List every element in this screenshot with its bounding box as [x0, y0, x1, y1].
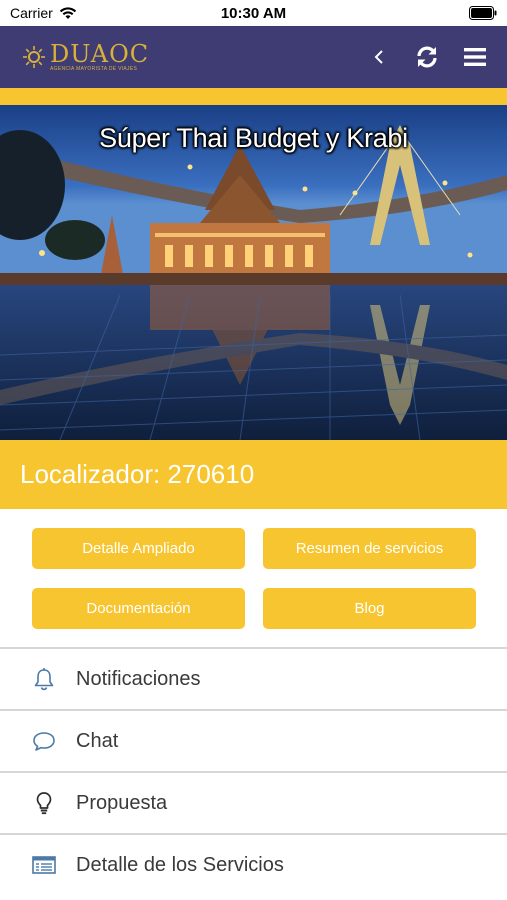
menu-item-label: Propuesta	[76, 791, 168, 814]
blog-button[interactable]: Blog	[263, 588, 476, 629]
trip-title: Súper Thai Budget y Krabi	[99, 123, 408, 153]
menu-list: Notificaciones Chat Propuesta Detalle de…	[0, 647, 507, 895]
locator-label: Localizador: 270610	[20, 459, 255, 489]
hero-banner: Súper Thai Budget y Krabi	[0, 105, 507, 440]
locator-band: Localizador: 270610	[0, 440, 507, 509]
back-button[interactable]	[366, 44, 392, 70]
documentacion-button[interactable]: Documentación	[32, 588, 245, 629]
detalle-ampliado-button[interactable]: Detalle Ampliado	[32, 528, 245, 569]
logo-name: DUAOC	[50, 39, 150, 68]
logo: DUAOC AGENCIA MAYORISTA DE VIAJES	[22, 40, 149, 74]
menu-item-chat[interactable]: Chat	[0, 709, 507, 771]
bell-icon	[32, 667, 56, 691]
menu-item-propuesta[interactable]: Propuesta	[0, 771, 507, 833]
menu-item-label: Chat	[76, 729, 119, 752]
refresh-icon	[417, 46, 437, 68]
hamburger-icon	[464, 48, 486, 66]
resumen-servicios-button[interactable]: Resumen de servicios	[263, 528, 476, 569]
battery-icon	[469, 6, 497, 20]
menu-item-label: Detalle de los Servicios	[76, 853, 284, 876]
menu-item-label: Notificaciones	[76, 667, 201, 690]
logo-subtitle: AGENCIA MAYORISTA DE VIAJES	[50, 65, 138, 72]
chevron-left-icon	[374, 50, 383, 64]
menu-button[interactable]	[462, 44, 488, 70]
header-accent-strip	[0, 88, 507, 105]
status-bar: Carrier 10:30 AM	[0, 0, 507, 26]
hero-photo	[0, 105, 507, 440]
lightbulb-icon	[32, 791, 56, 815]
menu-item-notificaciones[interactable]: Notificaciones	[0, 647, 507, 709]
status-time: 10:30 AM	[220, 5, 287, 22]
app-header: DUAOC AGENCIA MAYORISTA DE VIAJES	[0, 26, 507, 88]
document-list-icon	[32, 853, 56, 877]
menu-item-detalle-servicios[interactable]: Detalle de los Servicios	[0, 833, 507, 895]
refresh-button[interactable]	[414, 44, 440, 70]
logo-sun-icon	[23, 46, 45, 68]
chat-bubble-icon	[32, 729, 56, 753]
